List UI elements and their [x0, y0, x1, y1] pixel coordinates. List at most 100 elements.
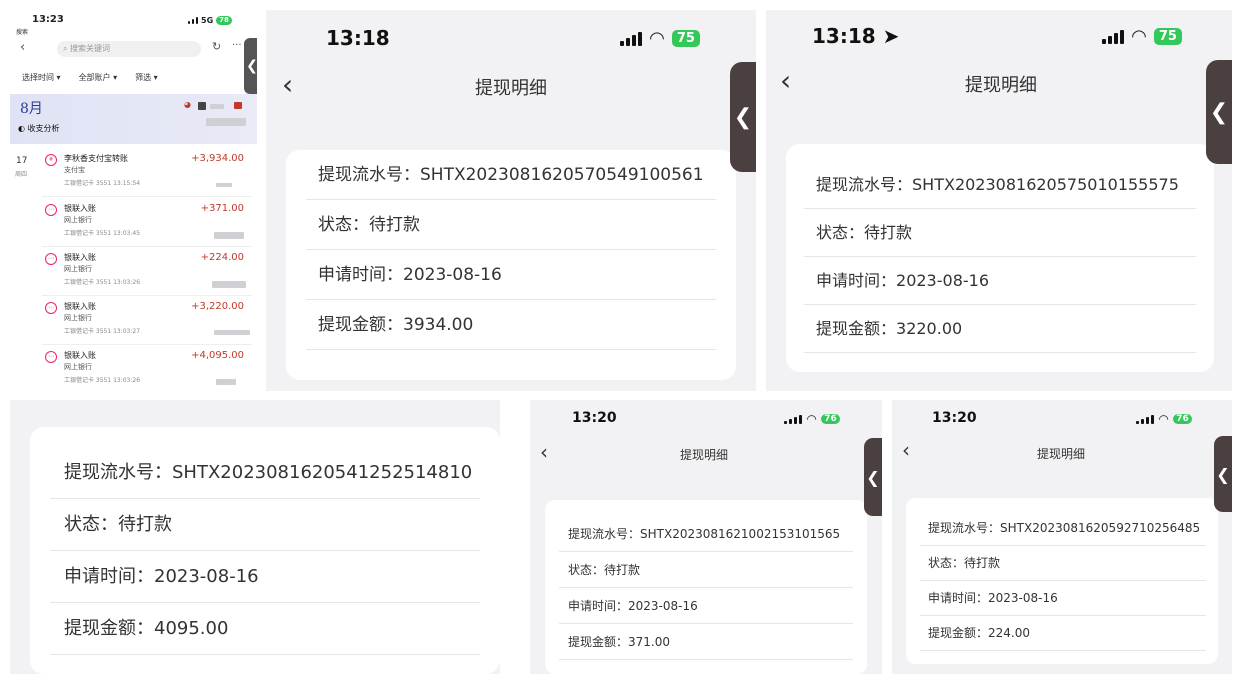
status-row: 状态：待打款 — [804, 209, 1196, 257]
page-title: 提现明细 — [965, 75, 1037, 96]
signal-icon — [188, 17, 198, 24]
signal-icon — [620, 31, 642, 46]
serial-value: SHTX2023081620541252514810 — [172, 462, 473, 483]
transaction-item[interactable]: ⋯ 银联入账 网上银行 工银借记卡 3551 13:03:26 +224.00 — [42, 249, 252, 296]
search-input[interactable]: ⌕ 搜索关键词 — [57, 41, 201, 57]
unionpay-icon: ⋯ — [45, 204, 57, 216]
txn-name: 银联入账 — [64, 253, 96, 262]
status-icons: 5G 78 — [188, 16, 232, 25]
amount-row: 提现金额：3934.00 — [306, 300, 716, 350]
battery-icon: 76 — [1173, 414, 1192, 424]
txn-meta: 工银借记卡 3551 13:03:27 — [64, 328, 141, 335]
signal-icon — [1102, 29, 1124, 44]
serial-row: 提现流水号：SHTX2023081620541252514810 — [50, 447, 480, 499]
amount-row: 提现金额：224.00 — [920, 616, 1206, 651]
signal-icon — [784, 414, 802, 424]
txn-channel: 网上银行 — [64, 363, 92, 371]
redacted-block — [210, 104, 224, 109]
amount-value: 3934.00 — [403, 315, 474, 335]
transaction-item[interactable]: ⋯ 银联入账 网上银行 工银借记卡 3551 13:03:26 +4,095.0… — [42, 347, 252, 391]
search-placeholder: 搜索关键词 — [70, 44, 111, 53]
amount-label: 提现金额： — [318, 315, 403, 335]
txn-name: 银联入账 — [64, 302, 96, 311]
network-label: 5G — [201, 16, 214, 25]
amount-value: 371.00 — [628, 635, 671, 649]
status-value: 待打款 — [369, 215, 420, 235]
analysis-label: 收支分析 — [27, 124, 60, 133]
redacted-block — [216, 183, 232, 187]
apply-time-label: 申请时间： — [64, 566, 154, 587]
txn-name: 银联入账 — [64, 351, 96, 360]
serial-value: SHTX2023081620592710256485 — [1000, 521, 1201, 535]
filter-more[interactable]: 筛选 ▾ — [135, 72, 158, 83]
filter-bar: 选择时间 ▾ 全部账户 ▾ 筛选 ▾ — [22, 72, 158, 83]
transaction-item[interactable]: ⋯ 银联入账 网上银行 工银借记卡 3551 13:03:27 +3,220.0… — [42, 298, 252, 345]
wifi-icon: ◠ — [650, 28, 664, 49]
wifi-icon: ◠ — [1132, 26, 1146, 47]
txn-meta: 工银借记卡 3551 13:15:54 — [64, 180, 141, 187]
side-handle-icon[interactable]: ❮ — [244, 38, 257, 94]
apply-time-value: 2023-08-16 — [403, 265, 502, 285]
redacted-block — [214, 232, 244, 239]
time-text: 13:18 — [812, 24, 876, 48]
status-value: 待打款 — [864, 223, 913, 242]
detail-card: 提现流水号：SHTX2023081620570549100561 状态：待打款 … — [286, 150, 736, 380]
txn-channel: 支付宝 — [64, 166, 85, 174]
withdrawal-detail-screen: 提现流水号：SHTX2023081620541252514810 状态：待打款 … — [10, 400, 500, 674]
status-value: 待打款 — [118, 514, 172, 535]
month-label: 8月 — [20, 101, 43, 117]
back-chevron-icon[interactable]: ‹ — [20, 40, 25, 55]
transaction-item[interactable]: ¥ 李秋香支付宝转账 支付宝 工银借记卡 3551 13:15:54 +3,93… — [42, 150, 252, 197]
apply-time-row: 申请时间：2023-08-16 — [306, 250, 716, 300]
back-to-search-label[interactable]: 搜索 — [16, 27, 28, 36]
txn-amount: +371.00 — [200, 203, 244, 214]
apply-time-row: 申请时间：2023-08-16 — [559, 588, 853, 624]
back-icon[interactable]: ‹ — [282, 68, 293, 101]
status-icons: ◠ 75 — [620, 28, 700, 49]
pie-icon: ◕ — [184, 100, 191, 109]
redacted-block — [212, 281, 246, 288]
txn-meta: 工银借记卡 3551 13:03:45 — [64, 230, 141, 237]
status-icons: ◠ 76 — [784, 412, 840, 426]
wifi-icon: ◠ — [1159, 412, 1169, 426]
redacted-block — [206, 118, 246, 126]
side-handle-icon[interactable]: ❮ — [864, 438, 882, 516]
back-icon[interactable]: ‹ — [540, 440, 548, 464]
detail-card: 提现流水号：SHTX2023081620541252514810 状态：待打款 … — [30, 427, 500, 674]
apply-time-value: 2023-08-16 — [154, 566, 259, 587]
wifi-icon: ◠ — [807, 412, 817, 426]
refresh-icon[interactable]: ↻ — [212, 40, 221, 53]
filter-time[interactable]: 选择时间 ▾ — [22, 72, 61, 83]
unionpay-icon: ⋯ — [45, 302, 57, 314]
status-icons: ◠ 75 — [1102, 26, 1182, 47]
side-handle-icon[interactable]: ❮ — [1206, 60, 1232, 164]
txn-amount: +3,220.00 — [191, 301, 244, 312]
amount-row: 提现金额：4095.00 — [50, 603, 480, 655]
back-icon[interactable]: ‹ — [902, 438, 910, 462]
weekday-label: 周四 — [15, 171, 28, 178]
serial-row: 提现流水号：SHTX2023081620575010155575 — [804, 161, 1196, 209]
redacted-block — [214, 330, 250, 335]
amount-label: 提现金额： — [928, 626, 989, 640]
transaction-item[interactable]: ⋯ 银联入账 网上银行 工银借记卡 3551 13:03:45 +371.00 — [42, 200, 252, 247]
txn-name: 银联入账 — [64, 204, 96, 213]
serial-label: 提现流水号： — [318, 165, 420, 185]
back-icon[interactable]: ‹ — [780, 64, 791, 97]
apply-time-label: 申请时间： — [318, 265, 403, 285]
txn-channel: 网上银行 — [64, 265, 92, 273]
unionpay-icon: ⋯ — [45, 351, 57, 363]
month-banner: 8月 ◐ 收支分析 ◕ — [10, 94, 257, 144]
side-handle-icon[interactable]: ❮ — [730, 62, 756, 172]
more-icon[interactable]: ··· — [232, 40, 242, 51]
income-analysis-link[interactable]: ◐ 收支分析 — [18, 123, 60, 134]
withdrawal-detail-screen: 13:18 ➤ ◠ 75 ‹ 提现明细 提现流水号：SHTX2023081620… — [766, 10, 1232, 391]
filter-account[interactable]: 全部账户 ▾ — [79, 72, 118, 83]
page-title: 提现明细 — [680, 448, 729, 462]
apply-time-label: 申请时间： — [816, 271, 897, 290]
withdrawal-detail-screen: 13:20 ◠ 76 ‹ 提现明细 提现流水号：SHTX202308162100… — [530, 400, 882, 674]
serial-row: 提现流水号：SHTX2023081620570549100561 — [306, 150, 716, 200]
apply-time-label: 申请时间： — [928, 591, 989, 605]
serial-value: SHTX2023081620575010155575 — [912, 175, 1179, 194]
side-handle-icon[interactable]: ❮ — [1214, 436, 1232, 512]
apply-time-label: 申请时间： — [568, 599, 629, 613]
